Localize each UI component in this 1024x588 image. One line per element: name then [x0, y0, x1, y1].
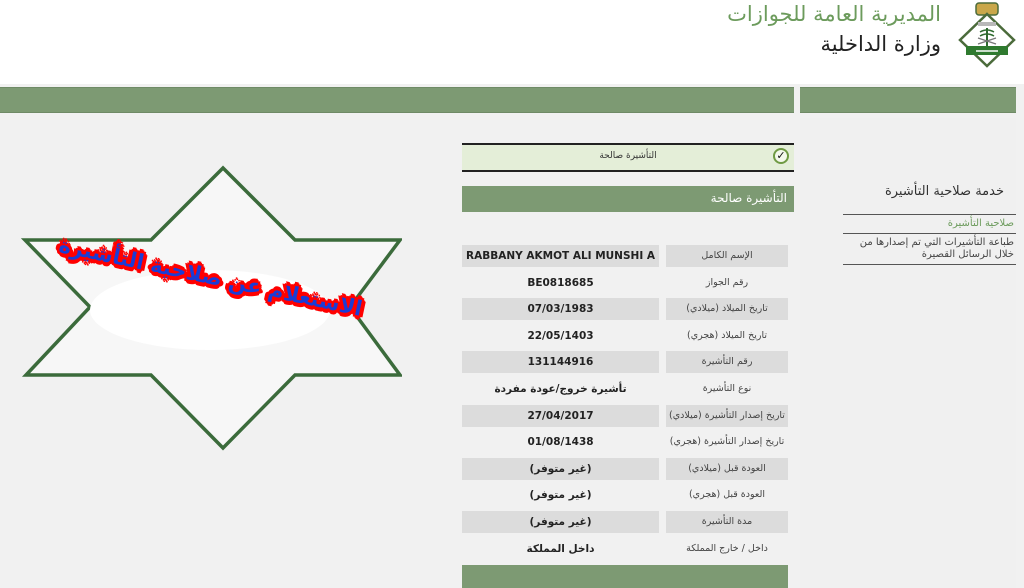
- table-row: رقم التأشيرة 131144916: [462, 350, 794, 377]
- table-row: مدة التأشيرة (غير متوفر): [462, 510, 794, 537]
- field-label: نوع التأشيرة: [702, 382, 752, 394]
- org-title: المديرية العامة للجوازات: [727, 2, 941, 26]
- nav-bar-main: [0, 87, 794, 113]
- field-value: 22/05/1403: [527, 329, 594, 342]
- table-row: تاريخ الميلاد (هجري) 22/05/1403: [462, 324, 794, 351]
- status-message: ✓ التأشيرة صالحة: [462, 143, 794, 172]
- section-header: التأشيرة صالحة: [462, 186, 794, 212]
- field-value: 131144916: [462, 351, 659, 374]
- table-row: رقم الجواز BE0818685: [462, 271, 794, 298]
- table-row: الإسم الكامل RABBANY AKMOT ALI MUNSHI A: [462, 244, 794, 271]
- field-label: العودة قبل (ميلادي): [666, 457, 788, 480]
- sidebar-item-print-sms-visas[interactable]: طباعة التأشيرات التي تم إصدارها من خلال …: [843, 233, 1016, 264]
- header: المديرية العامة للجوازات وزارة الداخلية: [0, 0, 1024, 84]
- field-label: تاريخ الميلاد (هجري): [687, 329, 767, 341]
- table-row: تاريخ إصدار التأشيرة (ميلادي) 27/04/2017: [462, 404, 794, 431]
- field-label: رقم التأشيرة: [666, 351, 788, 374]
- ministry-title: وزارة الداخلية: [820, 32, 941, 56]
- footer-bar: [462, 565, 788, 588]
- field-value: تأشيرة خروج/عودة مفردة: [494, 382, 627, 395]
- field-label: الإسم الكامل: [666, 245, 788, 267]
- section-title: التأشيرة صالحة: [710, 191, 787, 205]
- field-label: مدة التأشيرة: [666, 510, 788, 533]
- field-value: (غير متوفر): [529, 489, 592, 502]
- field-value: BE0818685: [527, 276, 594, 289]
- table-row: العودة قبل (ميلادي) (غير متوفر): [462, 457, 794, 484]
- table-row: نوع التأشيرة تأشيرة خروج/عودة مفردة: [462, 377, 794, 404]
- sidebar-divider: [843, 264, 1016, 265]
- field-value: RABBANY AKMOT ALI MUNSHI A: [462, 245, 659, 267]
- field-label: تاريخ إصدار التأشيرة (ميلادي): [666, 404, 788, 427]
- field-value: 01/08/1438: [527, 436, 594, 449]
- field-label: تاريخ الميلاد (ميلادي): [666, 298, 788, 321]
- sidebar-menu: صلاحية التأشيرة طباعة التأشيرات التي تم …: [843, 214, 1016, 265]
- field-value: 07/03/1983: [462, 298, 659, 321]
- table-row: داخل / خارج المملكة داخل المملكة: [462, 537, 794, 564]
- field-label: تاريخ إصدار التأشيرة (هجري): [669, 436, 785, 448]
- field-value: (غير متوفر): [462, 510, 659, 533]
- field-label: العودة قبل (هجري): [688, 489, 766, 501]
- table-row: تاريخ إصدار التأشيرة (هجري) 01/08/1438: [462, 430, 794, 457]
- field-label: رقم الجواز: [705, 276, 749, 288]
- field-value: 27/04/2017: [462, 404, 659, 427]
- field-value: (غير متوفر): [462, 457, 659, 480]
- field-label: داخل / خارج المملكة: [686, 542, 768, 554]
- nav-bar-side: [800, 87, 1016, 113]
- table-row: العودة قبل (هجري) (غير متوفر): [462, 483, 794, 510]
- visa-details-table: الإسم الكامل RABBANY AKMOT ALI MUNSHI A …: [462, 244, 794, 563]
- sidebar: خدمة صلاحية التأشيرة صلاحية التأشيرة طبا…: [800, 118, 1016, 588]
- sidebar-title: خدمة صلاحية التأشيرة: [884, 184, 1004, 199]
- sidebar-item-visa-validity[interactable]: صلاحية التأشيرة: [843, 214, 1016, 233]
- field-value: داخل المملكة: [526, 542, 595, 555]
- jawazat-emblem-icon: [958, 2, 1016, 68]
- table-row: تاريخ الميلاد (ميلادي) 07/03/1983: [462, 297, 794, 324]
- status-text: التأشيرة صالحة: [599, 151, 657, 161]
- page: المديرية العامة للجوازات وزارة الداخلية …: [0, 0, 1024, 588]
